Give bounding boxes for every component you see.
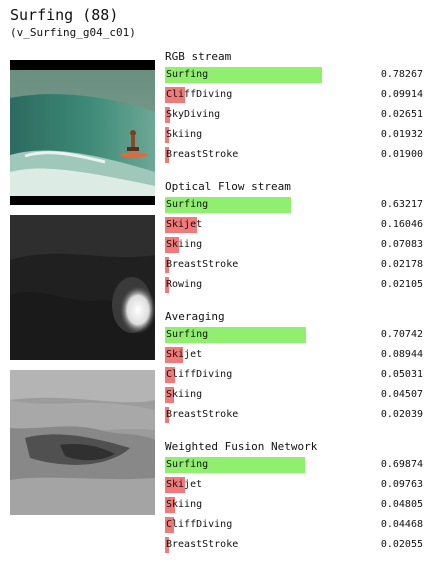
class-label: Skiing [166,499,203,510]
prediction-row: BreastStroke 0.02178 [165,257,423,273]
prediction-row: CliffDiving 0.04468 [165,517,423,533]
score-value: 0.16046 [380,219,423,230]
prediction-row: Skijet 0.08944 [165,347,423,363]
prediction-row: Skiing 0.07083 [165,237,423,253]
prediction-row: CliffDiving 0.05031 [165,367,423,383]
class-label: CliffDiving [166,89,233,100]
class-label: SkyDiving [166,109,221,120]
prediction-row: Skijet 0.09763 [165,477,423,493]
optical-flow-x-image [10,215,155,360]
prediction-row: Surfing 0.78267 [165,67,423,83]
class-label: BreastStroke [166,539,239,550]
score-value: 0.02178 [380,259,423,270]
prediction-row: CliffDiving 0.09914 [165,87,423,103]
score-value: 0.70742 [380,329,423,340]
score-value: 0.04507 [380,389,423,400]
prediction-row: Surfing 0.63217 [165,197,423,213]
score-value: 0.09763 [380,479,423,490]
prediction-row: Surfing 0.69874 [165,457,423,473]
score-value: 0.69874 [380,459,423,470]
class-label: CliffDiving [166,519,233,530]
class-label: Skijet [166,479,203,490]
score-value: 0.09914 [380,89,423,100]
class-label: Surfing [166,329,209,340]
class-label: Rowing [166,279,203,290]
score-value: 0.63217 [380,199,423,210]
class-label: BreastStroke [166,409,239,420]
score-value: 0.04468 [380,519,423,530]
score-value: 0.04805 [380,499,423,510]
class-label: Skijet [166,219,203,230]
prediction-row: BreastStroke 0.02055 [165,537,423,553]
class-label: Skiing [166,129,203,140]
class-label: Surfing [166,69,209,80]
class-label: Skiing [166,389,203,400]
score-value: 0.78267 [380,69,423,80]
class-label: Surfing [166,199,209,210]
prediction-row: Surfing 0.70742 [165,327,423,343]
score-value: 0.02055 [380,539,423,550]
class-label: Surfing [166,459,209,470]
score-value: 0.05031 [380,369,423,380]
score-value: 0.01900 [380,149,423,160]
score-value: 0.01932 [380,129,423,140]
section-title: Weighted Fusion Network [165,440,318,453]
prediction-row: Skiing 0.04805 [165,497,423,513]
prediction-row: Skiing 0.04507 [165,387,423,403]
class-label: Skijet [166,349,203,360]
video-id: (v_Surfing_g04_c01) [10,26,136,39]
prediction-row: Rowing 0.02105 [165,277,423,293]
section-title: Averaging [165,310,225,323]
optical-flow-y-image [10,370,155,515]
score-value: 0.07083 [380,239,423,250]
score-value: 0.08944 [380,349,423,360]
page-title: Surfing (88) [10,6,119,24]
rgb-frame-image [10,60,155,205]
prediction-row: BreastStroke 0.02039 [165,407,423,423]
section-title: Optical Flow stream [165,180,291,193]
prediction-row: Skiing 0.01932 [165,127,423,143]
class-label: CliffDiving [166,369,233,380]
prediction-row: SkyDiving 0.02651 [165,107,423,123]
score-value: 0.02105 [380,279,423,290]
class-label: BreastStroke [166,149,239,160]
score-value: 0.02651 [380,109,423,120]
prediction-row: Skijet 0.16046 [165,217,423,233]
score-value: 0.02039 [380,409,423,420]
prediction-row: BreastStroke 0.01900 [165,147,423,163]
section-title: RGB stream [165,50,232,63]
class-label: Skiing [166,239,203,250]
class-label: BreastStroke [166,259,239,270]
